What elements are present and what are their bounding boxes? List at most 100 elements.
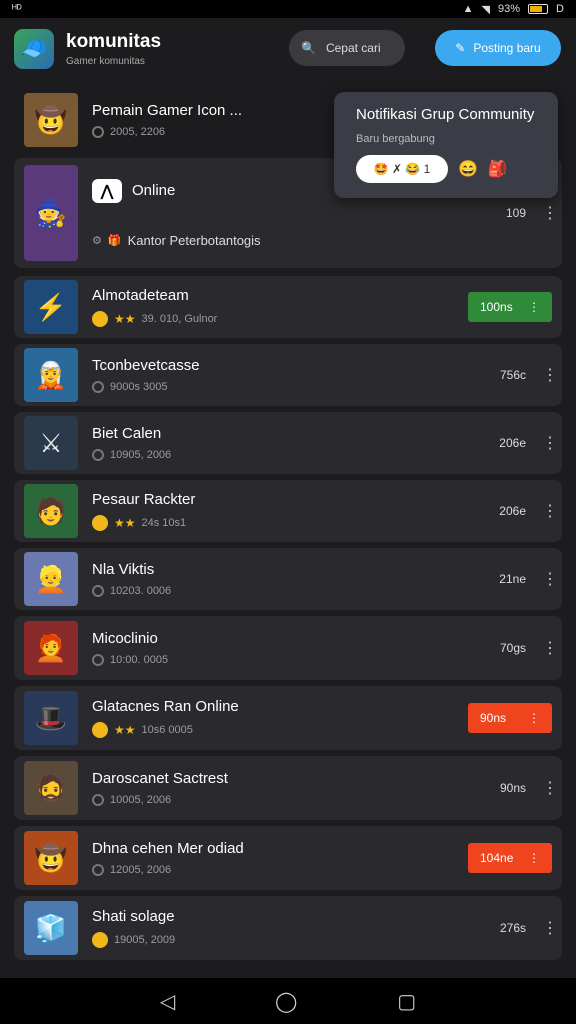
- popup-subtitle: Baru bergabung: [356, 133, 435, 145]
- coin-icon: [92, 932, 108, 948]
- gear-icon: ⚙: [92, 234, 102, 247]
- list-item[interactable]: ⚔ Biet Calen 10905, 2006 206e ⋮: [14, 412, 562, 474]
- avatar: 🧙: [24, 165, 78, 261]
- item-meta: 10005, 2006: [110, 794, 172, 806]
- item-meta: 2005, 2206: [110, 126, 166, 138]
- avatar: 🧔: [24, 761, 78, 815]
- clock-icon: [92, 585, 104, 597]
- list-item[interactable]: 🧔 Daroscanet Sactrest 10005, 2006 90ns ⋮: [14, 756, 562, 820]
- recent-apps-icon[interactable]: ▢: [397, 989, 416, 1014]
- item-count: 276s: [499, 921, 526, 935]
- item-name: Nla Viktis: [92, 561, 155, 578]
- pill-label: 90ns: [480, 711, 507, 725]
- more-icon[interactable]: ⋮: [542, 203, 558, 223]
- clock-icon: [92, 126, 104, 138]
- list-item[interactable]: 🧑 Pesaur Rackter ★★ 24s 10s1 206e ⋮: [14, 480, 562, 542]
- avatar: ⚔: [24, 416, 78, 470]
- item-count: 90ns: [499, 781, 526, 795]
- more-icon[interactable]: ⋮: [542, 365, 558, 385]
- notification-popup[interactable]: Notifikasi Grup Community Baru bergabung…: [334, 92, 558, 198]
- avatar: 🧊: [24, 901, 78, 955]
- pill-label: 100ns: [480, 300, 513, 314]
- battery-icon: [528, 4, 549, 14]
- more-icon: ⋮: [528, 851, 540, 865]
- item-count: 21ne: [499, 572, 526, 586]
- item-name: Tconbevetcasse: [92, 357, 200, 374]
- edit-icon: ✎: [455, 41, 466, 55]
- coin-icon: [92, 722, 108, 738]
- more-icon: ⋮: [528, 300, 540, 314]
- avatar: 🧑: [24, 484, 78, 538]
- item-count: 109: [505, 206, 526, 220]
- item-meta: 19005, 2009: [114, 934, 176, 946]
- coin-icon: [92, 311, 108, 327]
- signal-icon: ▲: [462, 3, 474, 15]
- avatar: 🤠: [24, 831, 78, 885]
- app-icon[interactable]: 🧢: [14, 29, 54, 69]
- avatar: 👱: [24, 552, 78, 606]
- more-icon[interactable]: ⋮: [542, 501, 558, 521]
- list-item[interactable]: 🤠 Dhna cehen Mer odiad 12005, 2006 104ne…: [14, 826, 562, 890]
- home-icon[interactable]: ◯: [275, 989, 297, 1014]
- item-meta: 9000s 3005: [110, 381, 168, 393]
- item-count: 70gs: [499, 641, 526, 655]
- item-name: Daroscanet Sactrest: [92, 770, 228, 787]
- clock-icon: [92, 381, 104, 393]
- list-item[interactable]: 🎩 Glatacnes Ran Online ★★ 10s6 0005 90ns ⋮: [14, 686, 562, 750]
- popup-reactions: 🤩 ✗ 😂 1 😄 🎒: [356, 155, 536, 183]
- status-left-icon: ᴴᴰ: [12, 3, 22, 15]
- search-button[interactable]: 🔍 Cepat cari: [289, 30, 405, 66]
- coin-icon: [92, 515, 108, 531]
- item-name: Shati solage: [92, 908, 175, 925]
- item-meta: Kantor Peterbotantogis: [127, 232, 261, 248]
- emoji-icon[interactable]: 😄: [458, 159, 478, 179]
- item-meta: 10:00. 0005: [110, 654, 169, 666]
- battery-text: 93%: [498, 3, 521, 15]
- search-icon: 🔍: [301, 41, 316, 55]
- item-meta: 10s6 0005: [141, 724, 193, 736]
- popup-title: Notifikasi Grup Community: [356, 106, 535, 123]
- list-item[interactable]: 🧝 Tconbevetcasse 9000s 3005 756c ⋮: [14, 344, 562, 406]
- list-item[interactable]: 🧊 Shati solage 19005, 2009 276s ⋮: [14, 896, 562, 960]
- app-header: 🧢 komunitas Gamer komunitas 🔍 Cepat cari…: [0, 18, 576, 80]
- status-pill[interactable]: 104ne ⋮: [468, 843, 552, 873]
- item-name: Glatacnes Ran Online: [92, 698, 239, 715]
- reaction-pill[interactable]: 🤩 ✗ 😂 1: [356, 155, 448, 183]
- item-meta: 12005, 2006: [110, 864, 172, 876]
- status-pill[interactable]: 100ns ⋮: [468, 292, 552, 322]
- star-icon: ★★: [114, 312, 136, 326]
- pill-label: 104ne: [480, 851, 514, 865]
- online-badge: ⋀ Online: [92, 178, 176, 203]
- battery-label: D: [556, 3, 564, 15]
- item-name: Pesaur Rackter: [92, 491, 196, 508]
- avatar: 🤠: [24, 93, 78, 147]
- clock-icon: [92, 654, 104, 666]
- clock-icon: [92, 449, 104, 461]
- status-right: ▲ ◥ 93% D: [463, 3, 564, 16]
- back-icon[interactable]: ◁: [160, 989, 175, 1014]
- brand-title: komunitas: [66, 31, 162, 52]
- item-name: Micoclinio: [92, 630, 158, 647]
- item-name: Dhna cehen Mer odiad: [92, 840, 244, 857]
- item-name: Almotadeteam: [92, 287, 189, 304]
- more-icon: ⋮: [528, 711, 540, 725]
- status-pill[interactable]: 90ns ⋮: [468, 703, 552, 733]
- avatar: ⚡: [24, 280, 78, 334]
- more-icon[interactable]: ⋮: [542, 569, 558, 589]
- item-count: 756c: [499, 368, 526, 382]
- bag-icon[interactable]: 🎒: [488, 159, 508, 179]
- item-meta: 10905, 2006: [110, 449, 172, 461]
- more-icon[interactable]: ⋮: [542, 918, 558, 938]
- list-item[interactable]: ⚡ Almotadeteam ★★ 39. 010, Gulnor 100ns ⋮: [14, 276, 562, 338]
- more-icon[interactable]: ⋮: [542, 638, 558, 658]
- list-item[interactable]: 👱 Nla Viktis 10203. 0006 21ne ⋮: [14, 548, 562, 610]
- more-icon[interactable]: ⋮: [542, 433, 558, 453]
- more-icon[interactable]: ⋮: [542, 778, 558, 798]
- item-meta: 39. 010, Gulnor: [141, 313, 218, 325]
- new-post-button[interactable]: ✎ Posting baru: [435, 30, 561, 66]
- avatar: 🎩: [24, 691, 78, 745]
- online-label: Online: [132, 182, 176, 199]
- wifi-icon: ◥: [481, 3, 491, 16]
- new-post-label: Posting baru: [473, 41, 541, 55]
- list-item[interactable]: 🧑‍🦰 Micoclinio 10:00. 0005 70gs ⋮: [14, 616, 562, 680]
